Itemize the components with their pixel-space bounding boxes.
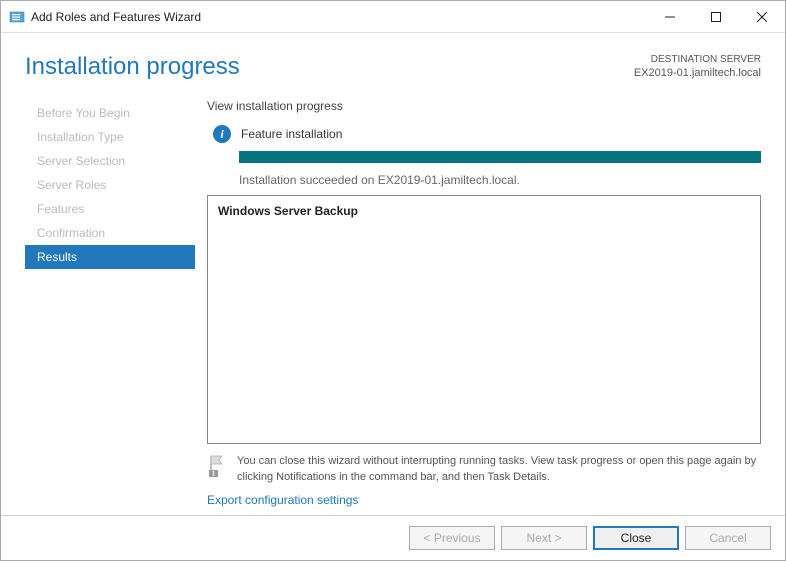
sidebar-item-results[interactable]: Results bbox=[25, 245, 195, 269]
feature-install-label: Feature installation bbox=[241, 127, 342, 141]
sidebar: Before You Begin Installation Type Serve… bbox=[25, 99, 195, 507]
flag-icon: 1 bbox=[207, 454, 227, 478]
sidebar-item-before-you-begin: Before You Begin bbox=[25, 101, 195, 125]
page-title: Installation progress bbox=[25, 53, 240, 81]
sidebar-item-installation-type: Installation Type bbox=[25, 125, 195, 149]
maximize-button[interactable] bbox=[693, 1, 739, 32]
sidebar-item-confirmation: Confirmation bbox=[25, 221, 195, 245]
titlebar: Add Roles and Features Wizard bbox=[1, 1, 785, 33]
hint-row: 1 You can close this wizard without inte… bbox=[207, 454, 761, 485]
server-manager-icon bbox=[9, 9, 25, 25]
export-configuration-link[interactable]: Export configuration settings bbox=[207, 493, 761, 507]
feature-install-row: i Feature installation bbox=[207, 125, 761, 143]
cancel-button: Cancel bbox=[685, 526, 771, 550]
header-row: Installation progress DESTINATION SERVER… bbox=[25, 53, 761, 81]
info-icon: i bbox=[213, 125, 231, 143]
next-button: Next > bbox=[501, 526, 587, 550]
previous-button: < Previous bbox=[409, 526, 495, 550]
content-area: Installation progress DESTINATION SERVER… bbox=[1, 33, 785, 515]
destination-server: DESTINATION SERVER EX2019-01.jamiltech.l… bbox=[634, 53, 761, 80]
progress-label: View installation progress bbox=[207, 99, 761, 113]
result-item: Windows Server Backup bbox=[218, 204, 750, 218]
minimize-button[interactable] bbox=[647, 1, 693, 32]
status-text: Installation succeeded on EX2019-01.jami… bbox=[239, 173, 761, 187]
window-title: Add Roles and Features Wizard bbox=[31, 10, 647, 24]
sidebar-item-features: Features bbox=[25, 197, 195, 221]
body-row: Before You Begin Installation Type Serve… bbox=[25, 99, 761, 507]
sidebar-item-server-roles: Server Roles bbox=[25, 173, 195, 197]
close-button-footer[interactable]: Close bbox=[593, 526, 679, 550]
progress-bar bbox=[239, 151, 761, 163]
hint-text: You can close this wizard without interr… bbox=[237, 454, 761, 485]
sidebar-item-server-selection: Server Selection bbox=[25, 149, 195, 173]
footer: < Previous Next > Close Cancel bbox=[1, 515, 785, 560]
results-box: Windows Server Backup bbox=[207, 195, 761, 444]
main-pane: View installation progress i Feature ins… bbox=[207, 99, 761, 507]
close-button[interactable] bbox=[739, 1, 785, 32]
window-controls bbox=[647, 1, 785, 32]
destination-server-name: EX2019-01.jamiltech.local bbox=[634, 66, 761, 80]
destination-server-label: DESTINATION SERVER bbox=[634, 53, 761, 66]
